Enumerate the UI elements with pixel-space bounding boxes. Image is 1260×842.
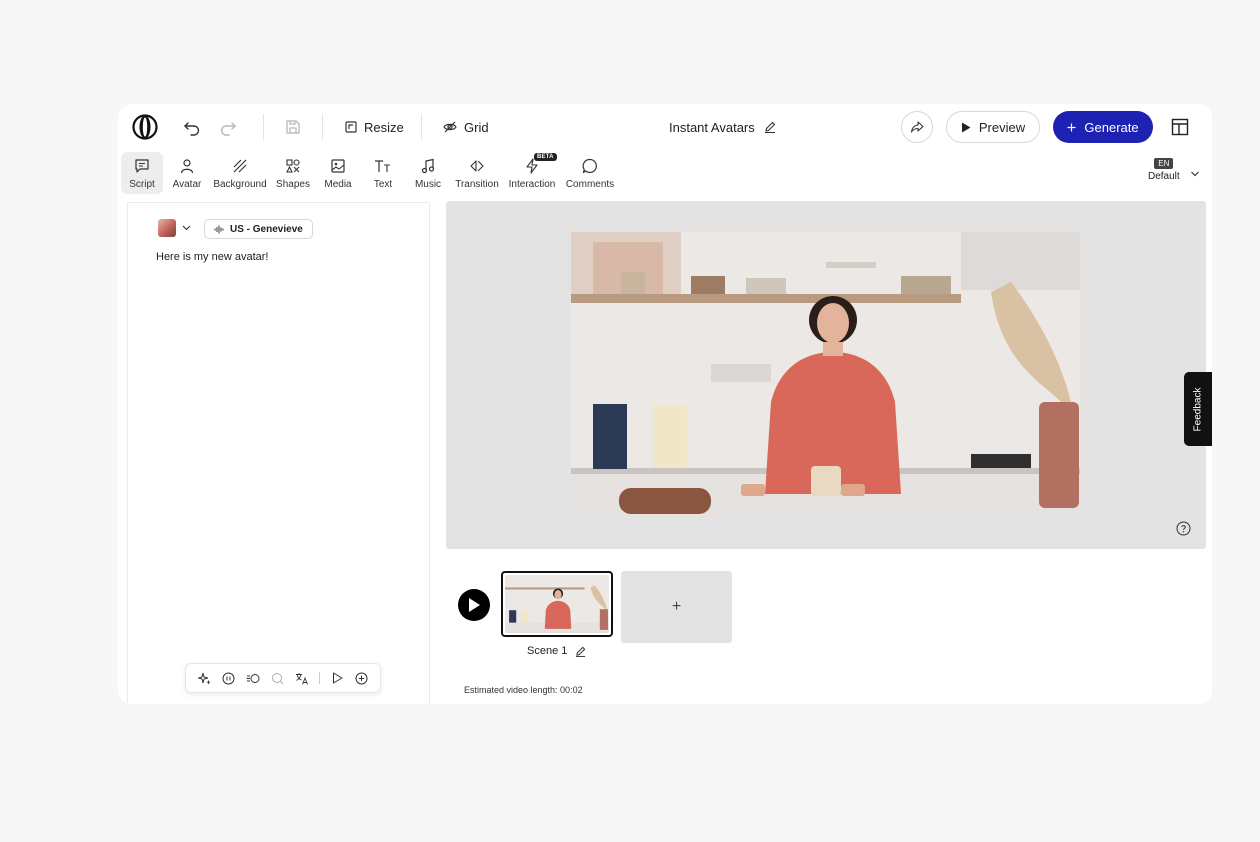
beta-badge: BETA — [534, 153, 557, 161]
layout-panel-icon[interactable] — [1170, 117, 1190, 137]
tool-media[interactable]: Media — [321, 152, 355, 194]
tool-label: Media — [324, 179, 352, 190]
resize-label: Resize — [364, 119, 404, 135]
script-tools-bar — [185, 663, 381, 693]
tool-label: Shapes — [276, 179, 310, 190]
tool-comments[interactable]: Comments — [565, 152, 615, 194]
generate-label: Generate — [1084, 119, 1139, 135]
tool-label: Background — [213, 179, 267, 190]
tool-music[interactable]: Music — [413, 152, 443, 194]
add-scene-button[interactable]: + — [621, 571, 732, 643]
tool-label: Script — [129, 179, 155, 190]
redo-icon[interactable] — [216, 115, 240, 139]
gesture-icon[interactable] — [270, 671, 284, 685]
audio-wave-icon — [214, 225, 224, 233]
language-code: EN — [1154, 158, 1174, 169]
sparkle-ai-icon[interactable] — [197, 671, 211, 685]
tool-label: Text — [373, 179, 393, 190]
help-icon[interactable] — [1176, 521, 1191, 536]
avatar-selector[interactable] — [158, 219, 191, 237]
scene-preview-image — [505, 575, 609, 633]
resize-icon — [345, 121, 357, 133]
divider — [421, 114, 422, 140]
script-text[interactable]: Here is my new avatar! — [156, 251, 268, 263]
top-bar: Resize Grid Instant Avatars Preview Gene… — [118, 104, 1212, 150]
speed-icon[interactable] — [246, 671, 260, 685]
grid-label: Grid — [464, 119, 489, 135]
comments-icon — [580, 156, 600, 176]
divider — [322, 114, 323, 140]
project-title[interactable]: Instant Avatars — [669, 117, 776, 137]
estimated-video-length: Estimated video length: 00:02 — [464, 685, 583, 695]
scene-name[interactable]: Scene 1 — [527, 645, 586, 657]
tool-background[interactable]: Background — [212, 152, 268, 194]
share-button[interactable] — [901, 111, 933, 143]
grid-button[interactable]: Grid — [443, 116, 489, 138]
divider — [319, 672, 321, 684]
tool-label: Transition — [455, 179, 499, 190]
avatar-icon — [177, 156, 197, 176]
voice-label: US - Genevieve — [230, 223, 303, 235]
chevron-down-icon — [182, 225, 191, 231]
music-icon — [418, 156, 438, 176]
eye-off-icon — [443, 121, 457, 133]
tool-avatar[interactable]: Avatar — [168, 152, 206, 194]
tool-label: Music — [414, 179, 442, 190]
edit-pencil-icon[interactable] — [575, 646, 586, 657]
feedback-tab[interactable]: Feedback — [1184, 372, 1212, 446]
chevron-down-icon[interactable] — [1190, 170, 1200, 178]
tool-interaction[interactable]: BETA Interaction — [508, 152, 557, 194]
avatar-video-frame[interactable] — [571, 232, 1080, 518]
scene-thumbnail[interactable] — [501, 571, 613, 637]
scene-name-text: Scene 1 — [527, 645, 568, 657]
transition-icon — [467, 156, 487, 176]
resize-button[interactable]: Resize — [345, 116, 404, 138]
translate-icon[interactable] — [295, 671, 309, 685]
plus-icon — [1067, 123, 1076, 131]
divider — [263, 114, 264, 140]
canvas-stage[interactable] — [446, 201, 1206, 549]
play-icon — [469, 598, 480, 612]
undo-icon[interactable] — [180, 115, 204, 139]
project-title-text: Instant Avatars — [669, 119, 755, 135]
tool-label: Avatar — [172, 179, 202, 190]
text-icon — [373, 156, 393, 176]
preview-label: Preview — [978, 119, 1026, 135]
app-logo-icon[interactable] — [132, 114, 158, 140]
add-circle-icon[interactable] — [355, 671, 369, 685]
background-icon — [230, 156, 250, 176]
script-panel: US - Genevieve Here is my new avatar! — [127, 202, 430, 704]
play-all-button[interactable] — [458, 589, 490, 621]
element-toolbar: Script Avatar Background Shapes Media Te… — [118, 150, 1212, 200]
tool-transition[interactable]: Transition — [455, 152, 499, 194]
language-label: Default — [1148, 171, 1180, 182]
editor-window: Resize Grid Instant Avatars Preview Gene… — [118, 104, 1212, 704]
save-icon[interactable] — [281, 115, 305, 139]
avatar — [158, 219, 176, 237]
pause-icon[interactable] — [222, 671, 236, 685]
preview-button[interactable]: Preview — [946, 111, 1040, 143]
voice-selector[interactable]: US - Genevieve — [204, 219, 313, 239]
tool-label: Comments — [565, 179, 615, 190]
tool-shapes[interactable]: Shapes — [275, 152, 311, 194]
tool-text[interactable]: Text — [368, 152, 398, 194]
plus-icon: + — [671, 598, 682, 615]
tool-script[interactable]: Script — [121, 152, 163, 194]
script-icon — [132, 156, 152, 176]
tool-label: Interaction — [508, 179, 556, 190]
shapes-icon — [283, 156, 303, 176]
share-arrow-icon — [910, 121, 924, 133]
media-icon — [328, 156, 348, 176]
play-icon — [961, 122, 971, 132]
language-selector[interactable]: EN Default — [1148, 158, 1180, 182]
edit-pencil-icon[interactable] — [764, 121, 776, 133]
generate-button[interactable]: Generate — [1053, 111, 1153, 143]
play-icon[interactable] — [330, 671, 344, 685]
feedback-label: Feedback — [1192, 387, 1204, 431]
